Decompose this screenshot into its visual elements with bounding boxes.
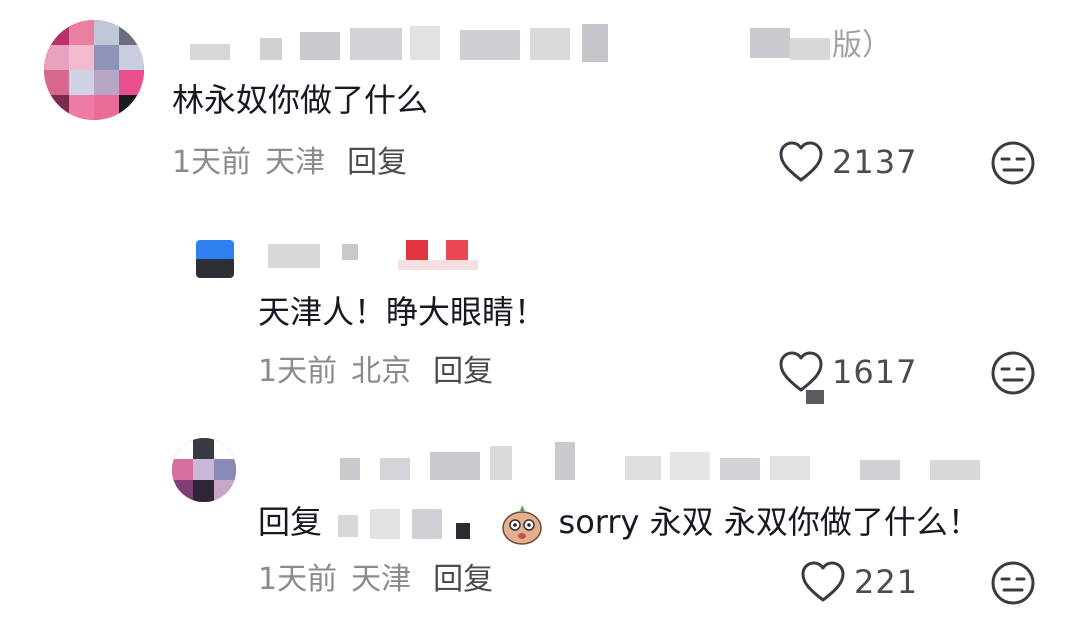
like-button[interactable]: 1617 [778,350,917,394]
username-blurred[interactable] [268,240,488,280]
comment-text: sorry 永双 永双你做了什么！ [558,503,980,541]
pig-sticker-icon [500,503,544,545]
heart-outline-icon [779,351,823,392]
comment-time: 1天前 [172,145,252,180]
dislike-button[interactable] [990,350,1036,400]
heart-outline-icon [779,141,823,182]
comment-location: 天津 [265,145,326,180]
reply-button[interactable]: 回复 [433,562,493,597]
heart-outline-icon [801,561,845,602]
like-count: 1617 [832,353,918,391]
comment-text-row: 回复 sorry 永双 永双你做了什么！ [258,500,980,545]
avatar[interactable] [44,20,144,120]
comment-meta: 1天前 北京 回复 [258,352,493,392]
reply-button[interactable]: 回复 [347,145,407,180]
comment-time: 1天前 [258,562,338,597]
comment-2: 天津人！睁大眼睛！ 1天前 北京 回复 1617 [0,220,1080,420]
comment-location: 天津 [351,562,412,597]
mention-blurred[interactable] [332,509,482,539]
comment-meta: 1天前 天津 回复 [258,560,493,600]
neutral-face-icon [991,561,1035,605]
comment-time: 1天前 [258,354,338,389]
like-button[interactable]: 221 [800,560,918,604]
comment-3: 回复 sorry 永双 永双你做了什么！ 1天前 天津 回复 221 [0,430,1080,617]
reply-prefix: 回复 [258,503,323,541]
like-button[interactable]: 2137 [778,140,917,184]
comment-location: 北京 [351,354,412,389]
comment-text: 林永奴你做了什么 [172,81,429,119]
like-count: 221 [854,563,919,601]
reply-button[interactable]: 回复 [433,354,493,389]
like-count: 2137 [832,143,918,181]
comment-text: 天津人！睁大眼睛！ [258,293,547,331]
username-blurred[interactable] [190,24,830,64]
neutral-face-icon [991,141,1035,185]
dislike-button[interactable] [990,560,1036,610]
avatar[interactable] [172,438,236,502]
username-blurred[interactable] [340,442,1000,482]
dislike-button[interactable] [990,140,1036,190]
username-suffix: 版） [832,28,892,63]
avatar[interactable] [196,240,234,278]
redaction-mark [806,390,824,404]
comment-meta: 1天前 天津 回复 [172,143,407,183]
neutral-face-icon [991,351,1035,395]
comment-1: 版） 林永奴你做了什么 1天前 天津 回复 2137 [0,0,1080,200]
